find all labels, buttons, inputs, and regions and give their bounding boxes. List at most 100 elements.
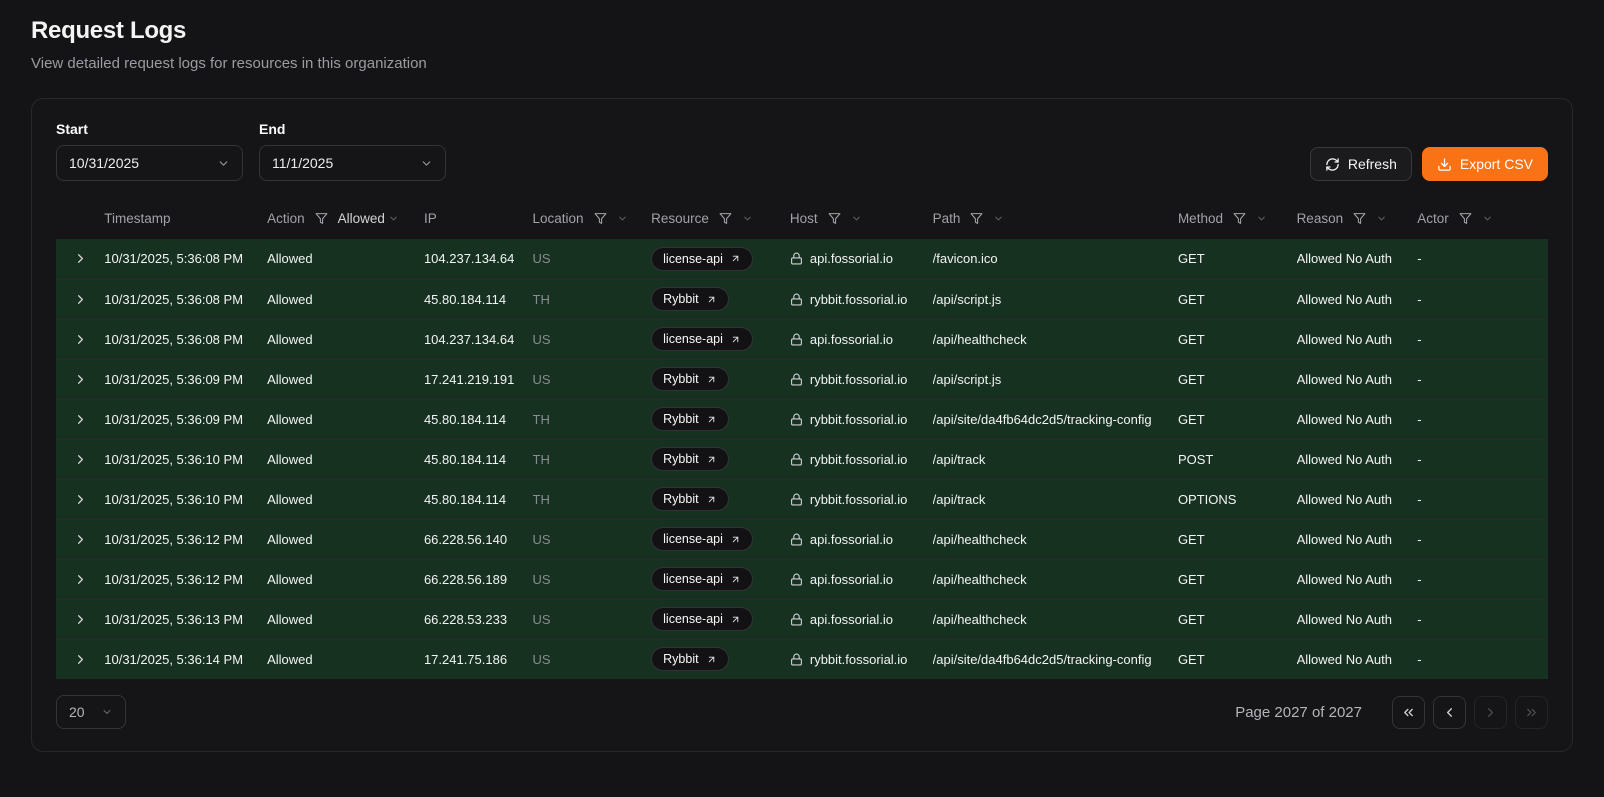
- actor-cell: -: [1417, 359, 1548, 399]
- resource-badge[interactable]: license-api: [651, 327, 753, 351]
- method-column-header: Method: [1178, 197, 1297, 239]
- chevron-down-icon[interactable]: [1376, 213, 1387, 224]
- resource-name: Rybbit: [663, 292, 698, 306]
- host-name: rybbit.fossorial.io: [810, 412, 908, 427]
- method-cell: OPTIONS: [1178, 479, 1297, 519]
- resource-badge[interactable]: license-api: [651, 247, 753, 271]
- table-header: Timestamp Action Allowed: [56, 197, 1548, 239]
- host-cell: rybbit.fossorial.io: [790, 439, 933, 479]
- timestamp-cell: 10/31/2025, 5:36:08 PM: [104, 319, 267, 359]
- resource-name: Rybbit: [663, 412, 698, 426]
- page-size-select[interactable]: 20: [56, 695, 126, 729]
- resource-badge[interactable]: Rybbit: [651, 407, 728, 431]
- chevron-down-icon[interactable]: [851, 213, 862, 224]
- resource-badge[interactable]: Rybbit: [651, 367, 728, 391]
- host-name: api.fossorial.io: [810, 251, 893, 266]
- expand-row-button[interactable]: [68, 607, 92, 631]
- pager: Page 2027 of 2027: [1235, 696, 1548, 729]
- host-name: rybbit.fossorial.io: [810, 372, 908, 387]
- host-cell: api.fossorial.io: [790, 519, 933, 559]
- timestamp-cell: 10/31/2025, 5:36:10 PM: [104, 439, 267, 479]
- log-row: 10/31/2025, 5:36:13 PM Allowed 66.228.53…: [56, 599, 1548, 639]
- expand-row-button[interactable]: [68, 647, 92, 671]
- location-cell: US: [533, 519, 652, 559]
- filter-icon[interactable]: [594, 212, 607, 225]
- resource-badge[interactable]: Rybbit: [651, 647, 728, 671]
- method-cell: GET: [1178, 559, 1297, 599]
- method-cell: GET: [1178, 279, 1297, 319]
- action-filter-value[interactable]: Allowed: [338, 211, 399, 226]
- expand-row-button[interactable]: [68, 487, 92, 511]
- filter-icon[interactable]: [970, 212, 983, 225]
- expand-row-button[interactable]: [68, 407, 92, 431]
- location-cell: US: [533, 639, 652, 679]
- chevron-down-icon[interactable]: [993, 213, 1004, 224]
- resource-column-header: Resource: [651, 197, 790, 239]
- timestamp-cell: 10/31/2025, 5:36:14 PM: [104, 639, 267, 679]
- action-cell: Allowed: [267, 599, 424, 639]
- page-info: Page 2027 of 2027: [1235, 704, 1362, 721]
- refresh-button[interactable]: Refresh: [1310, 147, 1412, 181]
- filter-icon[interactable]: [719, 212, 732, 225]
- filter-icon[interactable]: [828, 212, 841, 225]
- chevron-right-icon: [1483, 705, 1498, 720]
- prev-page-button[interactable]: [1433, 696, 1466, 729]
- filter-icon[interactable]: [1353, 212, 1366, 225]
- chevron-down-icon[interactable]: [617, 213, 628, 224]
- timestamp-cell: 10/31/2025, 5:36:12 PM: [104, 519, 267, 559]
- location-cell: TH: [533, 439, 652, 479]
- expand-row-button[interactable]: [68, 567, 92, 591]
- expand-row-button[interactable]: [68, 367, 92, 391]
- lock-icon: [790, 613, 803, 626]
- action-cell: Allowed: [267, 439, 424, 479]
- last-page-button: [1515, 696, 1548, 729]
- chevron-down-icon[interactable]: [1256, 213, 1267, 224]
- column-label: Timestamp: [104, 211, 170, 226]
- expand-row-button[interactable]: [68, 447, 92, 471]
- ip-cell: 17.241.219.191: [424, 359, 533, 399]
- host-cell: rybbit.fossorial.io: [790, 399, 933, 439]
- first-page-button[interactable]: [1392, 696, 1425, 729]
- resource-cell: Rybbit: [651, 359, 790, 399]
- external-link-icon: [730, 253, 741, 264]
- start-date-select[interactable]: 10/31/2025: [56, 145, 243, 181]
- chevron-down-icon: [388, 213, 399, 224]
- resource-cell: license-api: [651, 519, 790, 559]
- path-cell: /api/site/da4fb64dc2d5/tracking-config: [933, 639, 1178, 679]
- reason-cell: Allowed No Auth: [1297, 359, 1418, 399]
- resource-badge[interactable]: license-api: [651, 527, 753, 551]
- resource-badge[interactable]: Rybbit: [651, 287, 728, 311]
- lock-icon: [790, 413, 803, 426]
- export-csv-button[interactable]: Export CSV: [1422, 147, 1548, 181]
- location-cell: US: [533, 599, 652, 639]
- chevron-down-icon[interactable]: [1482, 213, 1493, 224]
- lock-icon: [790, 293, 803, 306]
- action-column-header: Action Allowed: [267, 197, 424, 239]
- resource-badge[interactable]: license-api: [651, 567, 753, 591]
- resource-badge[interactable]: Rybbit: [651, 487, 728, 511]
- host-name: api.fossorial.io: [810, 332, 893, 347]
- resource-badge[interactable]: Rybbit: [651, 447, 728, 471]
- expand-row-button[interactable]: [68, 247, 92, 271]
- filter-icon[interactable]: [1459, 212, 1472, 225]
- filter-icon[interactable]: [1233, 212, 1246, 225]
- expand-row-button[interactable]: [68, 327, 92, 351]
- resource-badge[interactable]: license-api: [651, 607, 753, 631]
- chevron-down-icon[interactable]: [742, 213, 753, 224]
- chevron-down-icon: [101, 706, 113, 718]
- actor-column-header: Actor: [1417, 197, 1548, 239]
- location-cell: US: [533, 559, 652, 599]
- action-cell: Allowed: [267, 359, 424, 399]
- log-row: 10/31/2025, 5:36:12 PM Allowed 66.228.56…: [56, 559, 1548, 599]
- timestamp-cell: 10/31/2025, 5:36:09 PM: [104, 399, 267, 439]
- end-date-select[interactable]: 11/1/2025: [259, 145, 446, 181]
- filter-icon[interactable]: [315, 212, 328, 225]
- actor-cell: -: [1417, 279, 1548, 319]
- chevron-left-icon: [1442, 705, 1457, 720]
- timestamp-column-header: Timestamp: [104, 197, 267, 239]
- resource-name: Rybbit: [663, 652, 698, 666]
- pagination-row: 20 Page 2027 of 2027: [56, 695, 1548, 729]
- expand-row-button[interactable]: [68, 287, 92, 311]
- expand-row-button[interactable]: [68, 527, 92, 551]
- host-cell: api.fossorial.io: [790, 559, 933, 599]
